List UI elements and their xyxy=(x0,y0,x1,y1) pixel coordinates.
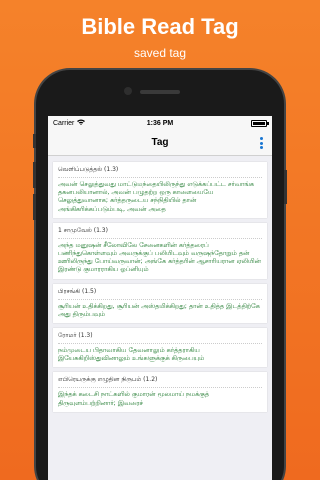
front-camera xyxy=(124,87,132,95)
battery-icon xyxy=(250,119,269,127)
promo-subtitle: saved tag xyxy=(133,46,187,60)
power-button xyxy=(284,170,287,204)
verse-reference: பிரசங்கி (1.5) xyxy=(58,287,97,295)
tag-card[interactable]: வெளிப்படுத்தல் (1.3) அவன் செலுத்துவது மா… xyxy=(53,162,267,218)
page-title: Tag xyxy=(151,137,169,148)
menu-dot xyxy=(259,137,263,140)
earpiece-speaker xyxy=(140,90,180,94)
status-bar: Carrier 1:36 PM xyxy=(48,116,272,130)
verse-reference: எபிரெயருக்கு எழுதின நிருபம் (1.2) xyxy=(58,376,158,384)
volume-down-button xyxy=(33,194,36,220)
phone-frame: Carrier 1:36 PM Tag வெளிப்படுத்தல் (1.3)… xyxy=(33,70,287,480)
verse-reference: 1 சாமுவேல் (1.3) xyxy=(58,226,108,234)
mute-switch xyxy=(33,134,36,148)
status-time: 1:36 PM xyxy=(146,119,174,127)
menu-dot xyxy=(259,141,263,145)
battery-group xyxy=(196,119,269,127)
verse-text: அவன் செலுத்துவது மாட்டுமந்தையிலிருந்து எ… xyxy=(58,177,262,213)
carrier-label: Carrier xyxy=(53,119,75,127)
navigation-bar: Tag xyxy=(48,130,272,156)
volume-up-button xyxy=(33,162,36,188)
promo-title: Bible Read Tag xyxy=(81,14,239,39)
verse-text: அந்த மனுஷன் சீலோவிலே சேனைகளின் கர்த்தரைப… xyxy=(58,237,262,274)
carrier-group: Carrier xyxy=(53,119,124,127)
more-vertical-icon[interactable] xyxy=(258,137,264,149)
tag-card[interactable]: ரோமர் (1.3) நம்முடைய பிதாவாகிய தேவனாலும்… xyxy=(53,328,267,368)
tag-card[interactable]: பிரசங்கி (1.5) சூரியன் உதிக்கிறது, சூரிய… xyxy=(53,283,267,324)
app-screen: Carrier 1:36 PM Tag வெளிப்படுத்தல் (1.3)… xyxy=(48,116,272,480)
tag-card[interactable]: 1 சாமுவேல் (1.3) அந்த மனுஷன் சீலோவிலே சே… xyxy=(53,222,267,279)
tag-card[interactable]: எபிரெயருக்கு எழுதின நிருபம் (1.2) இந்தக்… xyxy=(53,372,267,412)
menu-dot xyxy=(259,146,263,149)
verse-reference: வெளிப்படுத்தல் (1.3) xyxy=(58,166,119,173)
verse-reference: ரோமர் (1.3) xyxy=(58,332,93,340)
verse-text: சூரியன் உதிக்கிறது, சூரியன் அஸ்தமிக்கிறத… xyxy=(58,298,262,318)
battery-level xyxy=(252,121,265,125)
tag-list: வெளிப்படுத்தல் (1.3) அவன் செலுத்துவது மா… xyxy=(48,156,272,412)
verse-text: இந்தக் கடைசி நாட்களில் குமாரன் மூலமாய் ந… xyxy=(58,387,262,407)
verse-text: நம்முடைய பிதாவாகிய தேவனாலும் கர்த்தராகிய… xyxy=(58,343,262,362)
wifi-icon xyxy=(77,119,86,127)
